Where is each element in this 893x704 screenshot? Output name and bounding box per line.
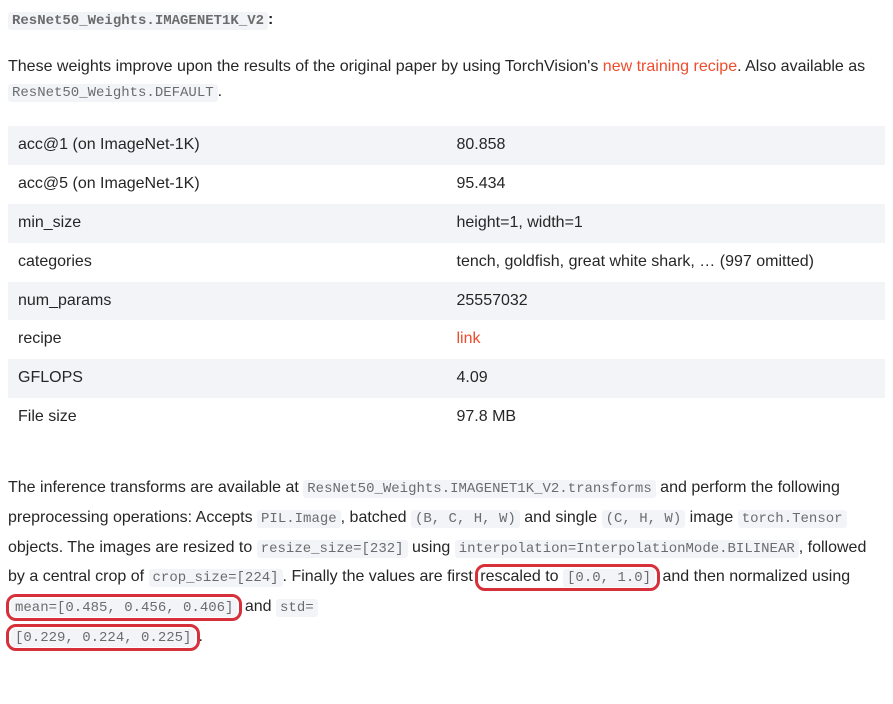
metric-value: 97.8 MB bbox=[447, 398, 886, 437]
tf-code: (B, C, H, W) bbox=[411, 510, 520, 528]
tf-code: PIL.Image bbox=[257, 510, 341, 528]
intro-paragraph: These weights improve upon the results o… bbox=[8, 55, 885, 105]
training-recipe-link[interactable]: new training recipe bbox=[603, 58, 737, 75]
tf-text: image bbox=[685, 509, 737, 526]
metric-key: categories bbox=[8, 243, 447, 282]
metric-value: 4.09 bbox=[447, 359, 886, 398]
highlight-std: [0.229, 0.224, 0.225] bbox=[6, 624, 200, 651]
metric-value: tench, goldfish, great white shark, … (9… bbox=[447, 243, 886, 282]
tf-text: objects. The images are resized to bbox=[8, 539, 257, 556]
hl-code: [0.229, 0.224, 0.225] bbox=[11, 629, 195, 647]
table-row: acc@5 (on ImageNet-1K)95.434 bbox=[8, 165, 885, 204]
default-weights-code: ResNet50_Weights.DEFAULT bbox=[8, 84, 218, 102]
metric-key: GFLOPS bbox=[8, 359, 447, 398]
metric-key: acc@5 (on ImageNet-1K) bbox=[8, 165, 447, 204]
tf-code: crop_size=[224] bbox=[149, 569, 283, 587]
highlight-rescale: rescaled to [0.0, 1.0] bbox=[475, 564, 660, 591]
metrics-tbody: acc@1 (on ImageNet-1K)80.858acc@5 (on Im… bbox=[8, 126, 885, 436]
metric-value: 25557032 bbox=[447, 282, 886, 321]
table-row: GFLOPS4.09 bbox=[8, 359, 885, 398]
recipe-link[interactable]: link bbox=[457, 330, 481, 347]
hl-text: rescaled to bbox=[480, 568, 563, 585]
metric-key: min_size bbox=[8, 204, 447, 243]
tf-code: resize_size=[232] bbox=[257, 540, 408, 558]
metric-key: recipe bbox=[8, 320, 447, 359]
tf-text: . Finally the values are first bbox=[283, 568, 478, 585]
tf-text: The inference transforms are available a… bbox=[8, 479, 303, 496]
tf-code: (C, H, W) bbox=[602, 510, 686, 528]
metric-value: 80.858 bbox=[447, 126, 886, 165]
metric-key: num_params bbox=[8, 282, 447, 321]
tf-text: and single bbox=[520, 509, 602, 526]
metric-value: height=1, width=1 bbox=[447, 204, 886, 243]
metric-key: acc@1 (on ImageNet-1K) bbox=[8, 126, 447, 165]
table-row: num_params25557032 bbox=[8, 282, 885, 321]
transforms-paragraph: The inference transforms are available a… bbox=[8, 473, 885, 652]
intro-text: . bbox=[218, 83, 222, 100]
tf-code: ResNet50_Weights.IMAGENET1K_V2.transform… bbox=[303, 480, 655, 498]
title-colon: : bbox=[268, 11, 273, 28]
intro-text: . Also available as bbox=[737, 58, 865, 75]
tf-code: std= bbox=[276, 599, 318, 617]
tf-code: interpolation=InterpolationMode.BILINEAR bbox=[455, 540, 799, 558]
page-title: ResNet50_Weights.IMAGENET1K_V2: bbox=[8, 8, 885, 33]
table-row: min_sizeheight=1, width=1 bbox=[8, 204, 885, 243]
hl-code: mean=[0.485, 0.456, 0.406] bbox=[11, 599, 237, 617]
tf-text: , batched bbox=[341, 509, 411, 526]
table-row: acc@1 (on ImageNet-1K)80.858 bbox=[8, 126, 885, 165]
hl-code: [0.0, 1.0] bbox=[563, 569, 655, 587]
metrics-table: acc@1 (on ImageNet-1K)80.858acc@5 (on Im… bbox=[8, 126, 885, 436]
metric-value: link bbox=[447, 320, 886, 359]
highlight-mean: mean=[0.485, 0.456, 0.406] bbox=[6, 594, 242, 621]
tf-text: and then normalized using bbox=[658, 568, 850, 585]
tf-text: using bbox=[408, 539, 455, 556]
tf-text: and bbox=[240, 598, 276, 615]
title-code: ResNet50_Weights.IMAGENET1K_V2 bbox=[8, 12, 268, 30]
intro-text: These weights improve upon the results o… bbox=[8, 58, 603, 75]
table-row: File size97.8 MB bbox=[8, 398, 885, 437]
table-row: recipe link bbox=[8, 320, 885, 359]
metric-value: 95.434 bbox=[447, 165, 886, 204]
tf-code: torch.Tensor bbox=[738, 510, 847, 528]
metric-key: File size bbox=[8, 398, 447, 437]
table-row: categoriestench, goldfish, great white s… bbox=[8, 243, 885, 282]
